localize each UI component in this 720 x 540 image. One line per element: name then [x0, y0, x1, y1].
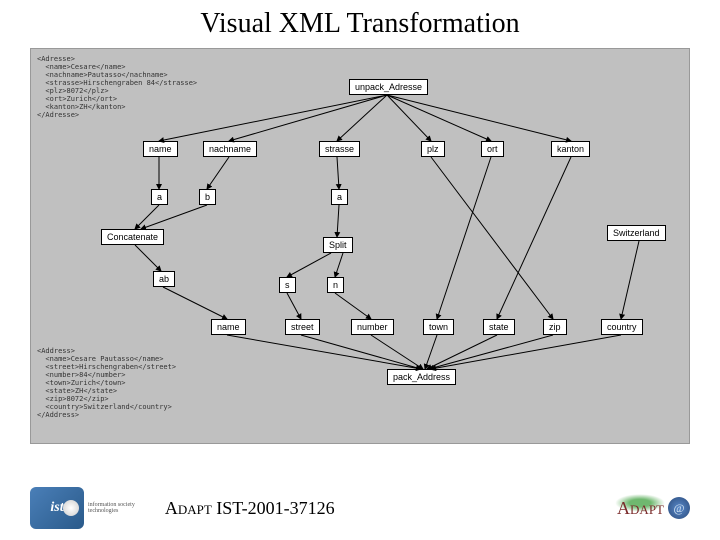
node-kanton[interactable]: kanton [551, 141, 590, 157]
node-pack-address[interactable]: pack_Address [387, 369, 456, 385]
node-town[interactable]: town [423, 319, 454, 335]
xml-target-block: <Address> <name>Cesare Pautasso</name> <… [37, 347, 176, 419]
node-plz[interactable]: plz [421, 141, 445, 157]
node-a[interactable]: a [151, 189, 168, 205]
node-s[interactable]: s [279, 277, 296, 293]
node-state[interactable]: state [483, 319, 515, 335]
diagram-canvas: <Adresse> <name>Cesare</name> <nachname>… [30, 48, 690, 444]
node-number[interactable]: number [351, 319, 394, 335]
footer: ist information societytechnologies Adap… [0, 476, 720, 540]
ist-label: information societytechnologies [88, 502, 135, 514]
node-strasse[interactable]: strasse [319, 141, 360, 157]
node-country[interactable]: country [601, 319, 643, 335]
node-street[interactable]: street [285, 319, 320, 335]
node-split[interactable]: Split [323, 237, 353, 253]
node-nachname[interactable]: nachname [203, 141, 257, 157]
node-name2[interactable]: name [211, 319, 246, 335]
node-unpack-adresse[interactable]: unpack_Adresse [349, 79, 428, 95]
node-concatenate[interactable]: Concatenate [101, 229, 164, 245]
page-title: Visual XML Transformation [0, 0, 720, 44]
node-name[interactable]: name [143, 141, 178, 157]
xml-source-block: <Adresse> <name>Cesare</name> <nachname>… [37, 55, 197, 119]
node-b[interactable]: b [199, 189, 216, 205]
node-n[interactable]: n [327, 277, 344, 293]
node-a2[interactable]: a [331, 189, 348, 205]
node-ab[interactable]: ab [153, 271, 175, 287]
footer-project-code: Adapt IST-2001-37126 [165, 498, 335, 519]
node-switzerland[interactable]: Switzerland [607, 225, 666, 241]
adapt-logo: Adapt @ [617, 497, 690, 519]
node-zip[interactable]: zip [543, 319, 567, 335]
node-ort[interactable]: ort [481, 141, 504, 157]
ist-logo: ist [30, 487, 84, 529]
at-icon: @ [668, 497, 690, 519]
